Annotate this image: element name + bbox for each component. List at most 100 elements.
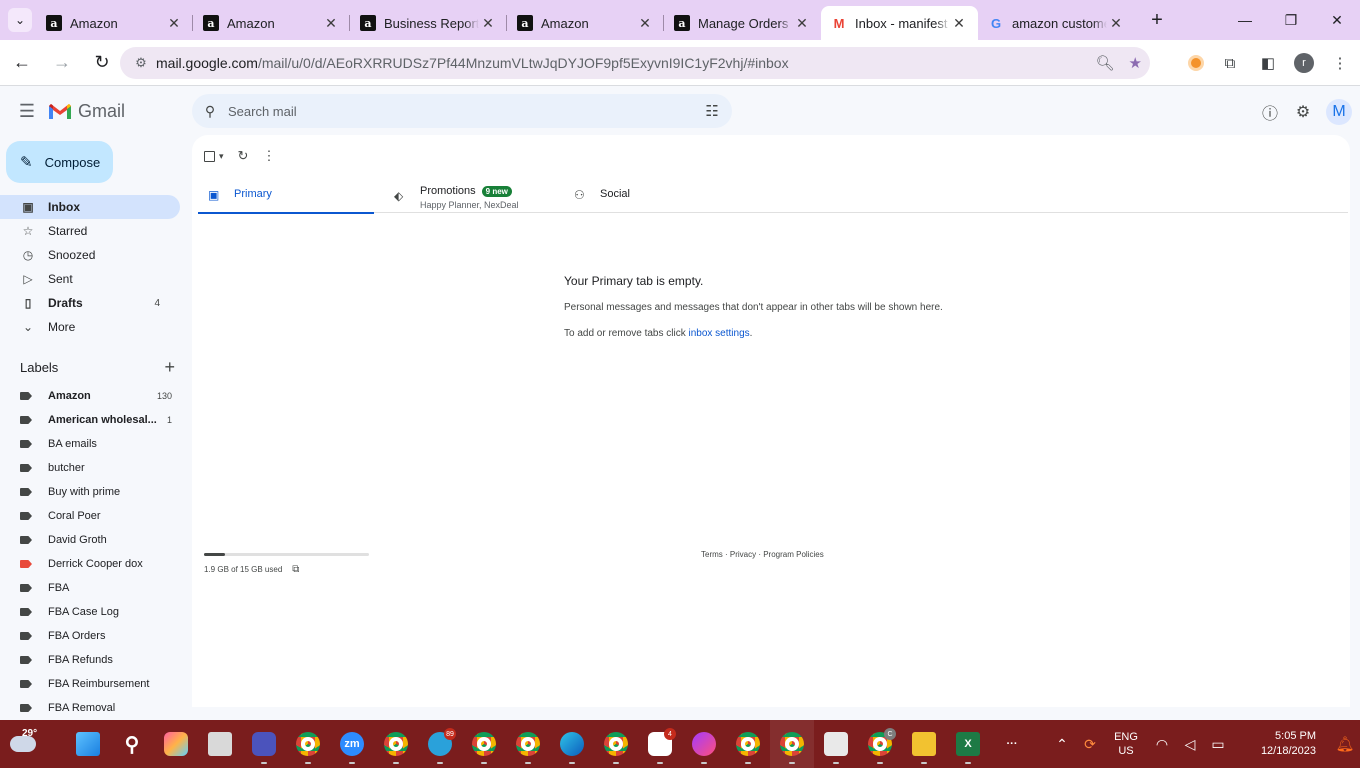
extensions-puzzle-icon[interactable]: ⧉ [1218,51,1242,75]
chrome-f-taskbar-item[interactable] [726,720,770,768]
label-item[interactable]: FBA Refunds [0,648,180,672]
label-item[interactable]: FBA Reimbursement [0,672,180,696]
app-pre-taskbar-item[interactable] [154,720,198,768]
back-button[interactable]: ← [4,45,40,81]
footer-links[interactable]: Terms · Privacy · Program Policies [701,550,824,559]
sidebar-item-sent[interactable]: ▷ Sent [0,267,180,291]
inbox-settings-link[interactable]: inbox settings [689,328,750,339]
label-item[interactable]: Derrick Cooper dox [0,552,180,576]
browser-tab[interactable]: a Manage Orders ✕ [664,6,821,40]
chrome-c-taskbar-item[interactable] [462,720,506,768]
more-apps-taskbar-item[interactable]: ··· [990,720,1034,768]
file-explorer-taskbar-item[interactable] [902,720,946,768]
sidebar-item-snoozed[interactable]: ◷ Snoozed [0,243,180,267]
label-item[interactable]: American wholesal... 1 [0,408,180,432]
language-indicator[interactable]: ENG US [1104,730,1148,758]
label-item[interactable]: David Groth [0,528,180,552]
app-meet-taskbar-item[interactable] [242,720,286,768]
label-item[interactable]: Coral Poer [0,504,180,528]
refresh-icon[interactable]: ↻ [238,148,249,164]
close-tab-icon[interactable]: ✕ [950,15,968,32]
search-input[interactable]: Search mail [228,104,692,119]
account-avatar[interactable]: M [1326,99,1352,125]
search-options-icon[interactable]: ☷ [692,102,732,120]
close-tab-icon[interactable]: ✕ [1107,15,1125,32]
search-bar[interactable]: ⚲ Search mail ☷ [192,94,732,128]
sidebar-item-more[interactable]: ⌄ More [0,315,180,339]
search-icon[interactable]: ⚲ [192,103,228,120]
profile-avatar[interactable]: r [1294,53,1314,73]
tab-promotions[interactable]: ⬖ Promotions 9 new Happy Planner, NexDeal [374,175,564,213]
select-all-checkbox[interactable]: ▾ [204,150,224,162]
close-tab-icon[interactable]: ✕ [322,15,340,32]
sidebar-item-starred[interactable]: ☆ Starred [0,219,180,243]
sidebar-item-inbox[interactable]: ▣ Inbox [0,195,180,219]
browser-tab[interactable]: a Amazon ✕ [193,6,350,40]
show-hidden-icons-icon[interactable]: ⌃ [1048,736,1076,753]
more-actions-icon[interactable]: ⋮ [262,148,275,164]
volume-icon[interactable]: ◁ [1176,736,1204,753]
reload-button[interactable]: ↻ [84,45,120,81]
create-label-icon[interactable]: + [164,357,175,378]
label-item[interactable]: FBA Removal [0,696,180,720]
chrome-b-taskbar-item[interactable] [374,720,418,768]
compose-button[interactable]: ✎ Compose [6,141,113,183]
label-item[interactable]: Buy with prime [0,480,180,504]
browser-tab[interactable]: Gamazon customer ✕ [978,6,1135,40]
snipping-tool-taskbar-item[interactable] [814,720,858,768]
close-tab-icon[interactable]: ✕ [793,15,811,32]
chrome-d-taskbar-item[interactable] [506,720,550,768]
close-tab-icon[interactable]: ✕ [165,15,183,32]
gmail-logo[interactable]: Gmail [48,99,125,123]
chrome-e-taskbar-item[interactable] [594,720,638,768]
close-tab-icon[interactable]: ✕ [479,15,497,32]
open-external-icon[interactable]: ⧉ [292,564,299,575]
browser-tab[interactable]: a Business Report ✕ [350,6,507,40]
label-item[interactable]: Amazon 130 [0,384,180,408]
extension-icon[interactable] [1188,55,1204,71]
bookmark-star-icon[interactable]: ★ [1129,54,1142,72]
forward-button[interactable]: → [44,45,80,81]
search-button-taskbar-item[interactable]: ⚲ [110,720,154,768]
edge-taskbar-item[interactable] [550,720,594,768]
battery-icon[interactable]: ▭ [1204,736,1232,753]
label-item[interactable]: FBA Case Log [0,600,180,624]
settings-gear-icon[interactable]: ⚙ [1293,102,1313,122]
browser-menu-icon[interactable]: ⋮ [1328,51,1352,75]
chrome-h-taskbar-item[interactable]: C [858,720,902,768]
new-tab-button[interactable]: + [1143,6,1171,34]
side-panel-icon[interactable]: ◧ [1256,51,1280,75]
zoom-taskbar-item[interactable]: zm [330,720,374,768]
label-item[interactable]: FBA [0,576,180,600]
restore-icon[interactable]: ❐ [1268,0,1314,40]
excel-taskbar-item[interactable]: X [946,720,990,768]
zoom-icon[interactable]: 🔍︎ [1096,54,1115,72]
tab-social[interactable]: ⚇ Social [564,175,740,213]
app-window-taskbar-item[interactable] [198,720,242,768]
messenger-taskbar-item[interactable] [682,720,726,768]
chrome-g-taskbar-item[interactable] [770,720,814,768]
minimize-icon[interactable]: — [1222,0,1268,40]
wifi-icon[interactable]: ◠ [1148,736,1176,753]
label-item[interactable]: FBA Orders [0,624,180,648]
main-menu-icon[interactable]: ☰ [15,99,39,123]
close-tab-icon[interactable]: ✕ [636,15,654,32]
sync-icon[interactable]: ⟳ [1076,736,1104,753]
clock[interactable]: 5:05 PM 12/18/2023 [1232,729,1316,759]
support-icon[interactable]: ⓘ [1260,102,1280,123]
url-text[interactable]: mail.google.com/mail/u/0/d/AEoRXRRUDSz7P… [156,55,789,71]
notification-bell-icon[interactable]: 🔔︎ [1330,735,1360,753]
chrome-a-taskbar-item[interactable] [286,720,330,768]
sidebar-item-drafts[interactable]: ▯ Drafts 4 [0,291,180,315]
site-info-icon[interactable]: ⚙ [126,55,156,71]
weather-widget[interactable]: 29° [8,726,48,762]
start-button-taskbar-item[interactable] [66,720,110,768]
browser-tab[interactable]: a Amazon ✕ [36,6,193,40]
label-item[interactable]: butcher [0,456,180,480]
tab-search-button[interactable]: ⌄ [4,4,36,36]
browser-tab[interactable]: M Inbox - manifest ✕ [821,6,978,40]
browser-tab[interactable]: a Amazon ✕ [507,6,664,40]
telegram-taskbar-item[interactable]: 89 [418,720,462,768]
tab-primary[interactable]: ▣ Primary [198,175,374,214]
close-window-icon[interactable]: ✕ [1314,0,1360,40]
